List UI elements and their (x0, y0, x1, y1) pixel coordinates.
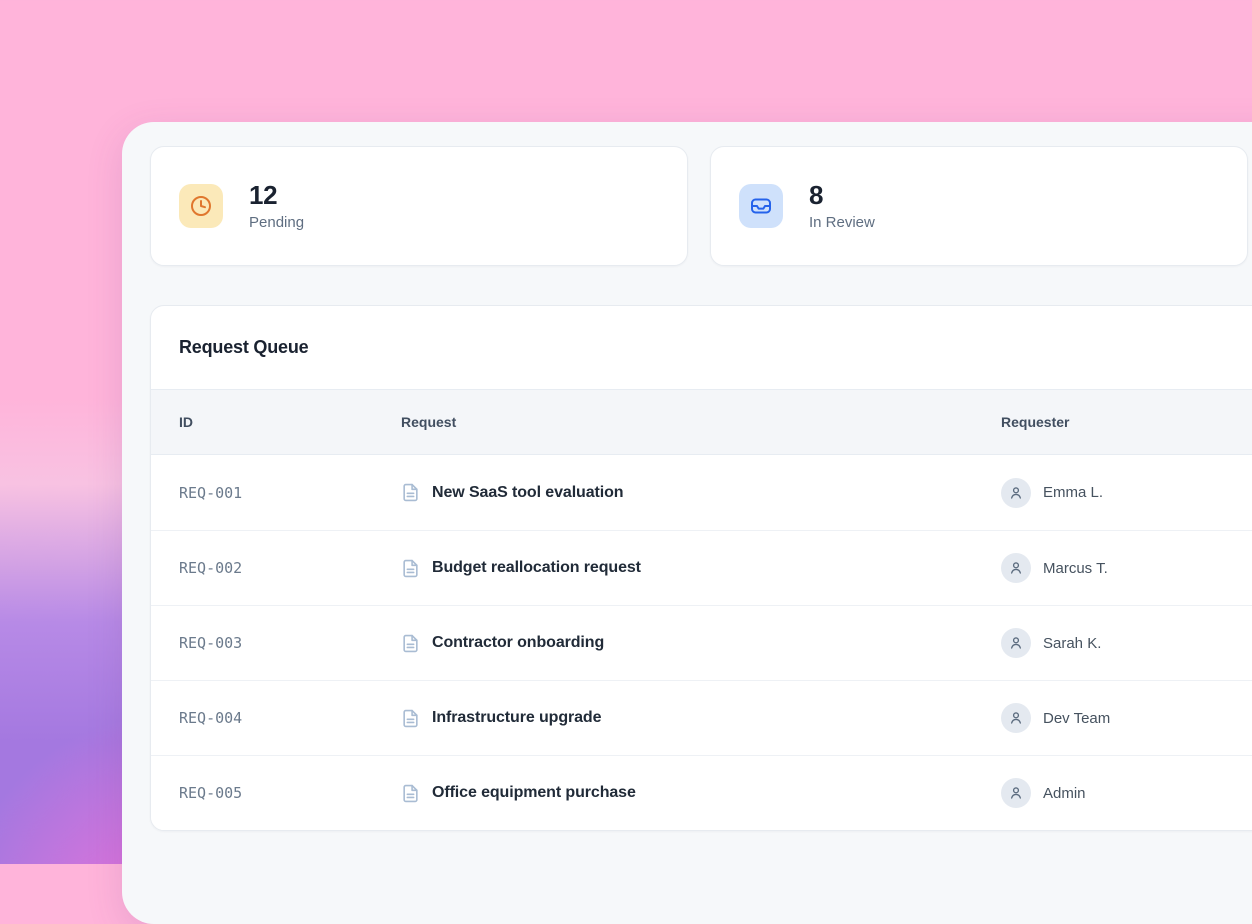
request-cell: Budget reallocation request (401, 559, 1001, 578)
document-icon (401, 709, 420, 728)
document-icon (401, 559, 420, 578)
requester-name: Sarah K. (1043, 635, 1101, 652)
person-icon (1008, 635, 1024, 651)
table-title-bar: Request Queue (151, 306, 1252, 390)
stat-text: 12 Pending (249, 181, 304, 231)
avatar (1001, 778, 1031, 808)
request-title: Office equipment purchase (432, 784, 636, 802)
table-header-row: ID Request Requester (151, 390, 1252, 455)
stats-row: 12 Pending 8 In Review (150, 146, 1252, 266)
requester-cell: Admin (1001, 778, 1252, 808)
avatar (1001, 628, 1031, 658)
document-icon (401, 483, 420, 502)
request-id: REQ-004 (179, 709, 401, 727)
request-cell: Office equipment purchase (401, 784, 1001, 803)
inbox-icon (739, 184, 783, 228)
person-icon (1008, 485, 1024, 501)
request-cell: Infrastructure upgrade (401, 709, 1001, 728)
requester-name: Admin (1043, 785, 1086, 802)
request-title: Infrastructure upgrade (432, 709, 601, 727)
table-title: Request Queue (179, 337, 308, 358)
request-title: Contractor onboarding (432, 634, 604, 652)
request-id: REQ-005 (179, 784, 401, 802)
clock-icon (179, 184, 223, 228)
stat-value-pending: 12 (249, 181, 304, 210)
request-cell: New SaaS tool evaluation (401, 483, 1001, 502)
request-id: REQ-001 (179, 484, 401, 502)
requester-name: Emma L. (1043, 484, 1103, 501)
person-icon (1008, 560, 1024, 576)
stat-label-pending: Pending (249, 214, 304, 231)
requester-cell: Sarah K. (1001, 628, 1252, 658)
request-queue-card: Request Queue ID Request Requester REQ-0… (150, 305, 1252, 831)
table-row[interactable]: REQ-005 Office equipment purchase Admin (151, 755, 1252, 830)
column-header-requester: Requester (1001, 414, 1252, 430)
stat-card-in-review: 8 In Review (710, 146, 1248, 266)
table-row[interactable]: REQ-004 Infrastructure upgrade Dev Team (151, 680, 1252, 755)
table-row[interactable]: REQ-003 Contractor onboarding Sarah K. (151, 605, 1252, 680)
table-row[interactable]: REQ-002 Budget reallocation request Marc… (151, 530, 1252, 605)
person-icon (1008, 710, 1024, 726)
table-body: REQ-001 New SaaS tool evaluation Emma L.… (151, 455, 1252, 830)
avatar (1001, 478, 1031, 508)
stat-card-pending: 12 Pending (150, 146, 688, 266)
stat-value-in-review: 8 (809, 181, 875, 210)
request-title: New SaaS tool evaluation (432, 484, 623, 502)
stat-text: 8 In Review (809, 181, 875, 231)
avatar (1001, 553, 1031, 583)
table-row[interactable]: REQ-001 New SaaS tool evaluation Emma L. (151, 455, 1252, 530)
stat-label-in-review: In Review (809, 214, 875, 231)
request-cell: Contractor onboarding (401, 634, 1001, 653)
document-icon (401, 634, 420, 653)
requester-cell: Emma L. (1001, 478, 1252, 508)
requester-cell: Marcus T. (1001, 553, 1252, 583)
requester-name: Marcus T. (1043, 560, 1108, 577)
document-icon (401, 784, 420, 803)
requester-cell: Dev Team (1001, 703, 1252, 733)
person-icon (1008, 785, 1024, 801)
avatar (1001, 703, 1031, 733)
main-panel: 12 Pending 8 In Review Request Queue ID … (122, 122, 1252, 924)
requester-name: Dev Team (1043, 710, 1110, 727)
request-id: REQ-003 (179, 634, 401, 652)
request-title: Budget reallocation request (432, 559, 641, 577)
column-header-id: ID (179, 414, 401, 430)
column-header-request: Request (401, 414, 1001, 430)
request-id: REQ-002 (179, 559, 401, 577)
